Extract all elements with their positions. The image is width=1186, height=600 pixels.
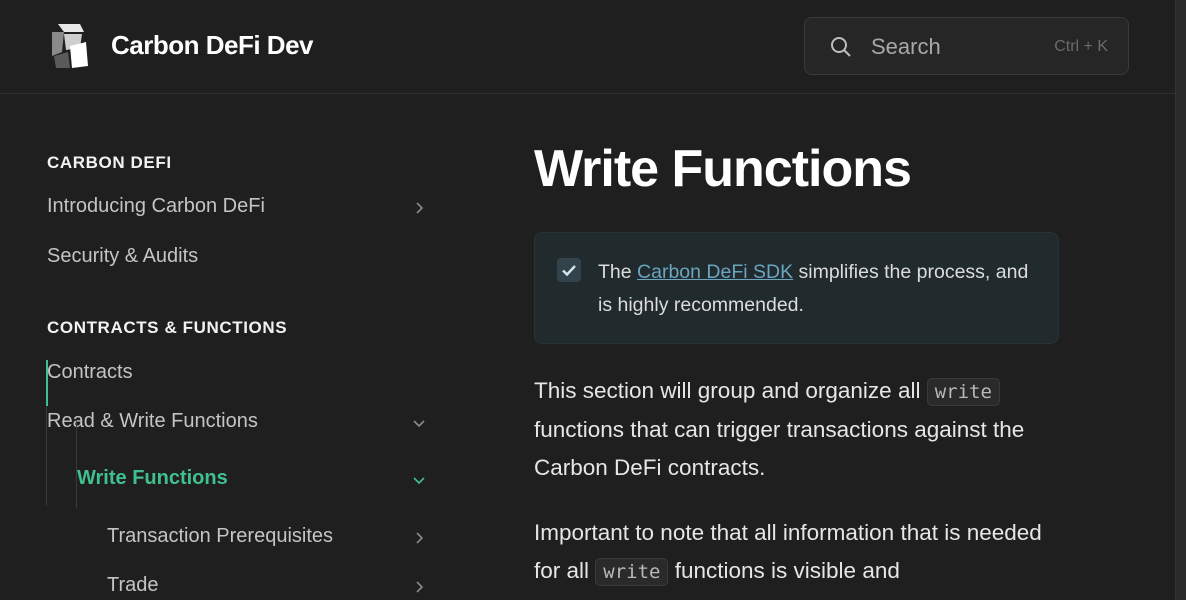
sidebar-item-trade[interactable]: Trade	[107, 570, 437, 600]
search-shortcut: Ctrl + K	[1054, 38, 1108, 55]
sidebar-item-transaction-prerequisites[interactable]: Transaction Prerequisites	[107, 521, 437, 555]
main-content: Write Functions The Carbon DeFi SDK simp…	[534, 95, 1074, 600]
sidebar-item-label: Security & Audits	[47, 245, 199, 267]
info-callout: The Carbon DeFi SDK simplifies the proce…	[534, 232, 1059, 344]
section-heading-contracts: CONTRACTS & FUNCTIONS	[47, 318, 288, 337]
section-heading-carbon-defi: CARBON DEFI	[47, 153, 172, 172]
sdk-link[interactable]: Carbon DeFi SDK	[637, 261, 793, 283]
chevron-down-icon	[411, 414, 427, 430]
sidebar-item-label: Write Functions	[77, 467, 228, 489]
sidebar-item-label: Transaction Prerequisites	[107, 525, 334, 547]
search-icon	[829, 35, 853, 59]
callout-text: The Carbon DeFi SDK simplifies the proce…	[598, 256, 1043, 322]
chevron-right-icon	[411, 199, 427, 215]
chevron-right-icon	[411, 529, 427, 545]
callout-prefix: The	[598, 261, 638, 283]
chevron-down-icon	[411, 471, 427, 487]
sidebar-item-read-write[interactable]: Read & Write Functions	[47, 406, 437, 440]
sidebar-item-security[interactable]: Security & Audits	[47, 241, 437, 275]
top-header: Carbon DeFi Dev Search Ctrl + K	[0, 0, 1175, 94]
inline-code: write	[926, 378, 1000, 406]
note-paragraph: Important to note that all information t…	[534, 514, 1054, 591]
logo-icon[interactable]	[50, 22, 90, 70]
page-title: Write Functions	[534, 140, 912, 198]
sidebar-item-label: Read & Write Functions	[47, 410, 258, 432]
sidebar-item-label: Contracts	[47, 361, 133, 383]
search-box[interactable]: Search Ctrl + K	[804, 17, 1129, 75]
para2-text-b: functions is visible and	[668, 558, 900, 583]
active-indicator	[46, 360, 48, 406]
para1-text-a: This section will group and organize all	[534, 378, 927, 403]
inline-code: write	[595, 558, 669, 586]
brand-title[interactable]: Carbon DeFi Dev	[111, 30, 314, 61]
intro-paragraph: This section will group and organize all…	[534, 372, 1054, 487]
sidebar-item-label: Trade	[107, 574, 159, 596]
sidebar-item-introducing[interactable]: Introducing Carbon DeFi	[47, 191, 437, 225]
search-placeholder: Search	[871, 34, 941, 59]
check-icon	[557, 258, 581, 282]
page-scrollbar[interactable]	[1175, 0, 1186, 600]
sidebar-item-write-functions[interactable]: Write Functions	[77, 463, 437, 497]
sidebar-item-contracts[interactable]: Contracts	[47, 357, 437, 391]
chevron-right-icon	[411, 578, 427, 594]
para1-text-b: functions that can trigger transactions …	[534, 417, 1025, 480]
sidebar-item-label: Introducing Carbon DeFi	[47, 195, 265, 217]
nav-tree-line	[46, 406, 47, 506]
